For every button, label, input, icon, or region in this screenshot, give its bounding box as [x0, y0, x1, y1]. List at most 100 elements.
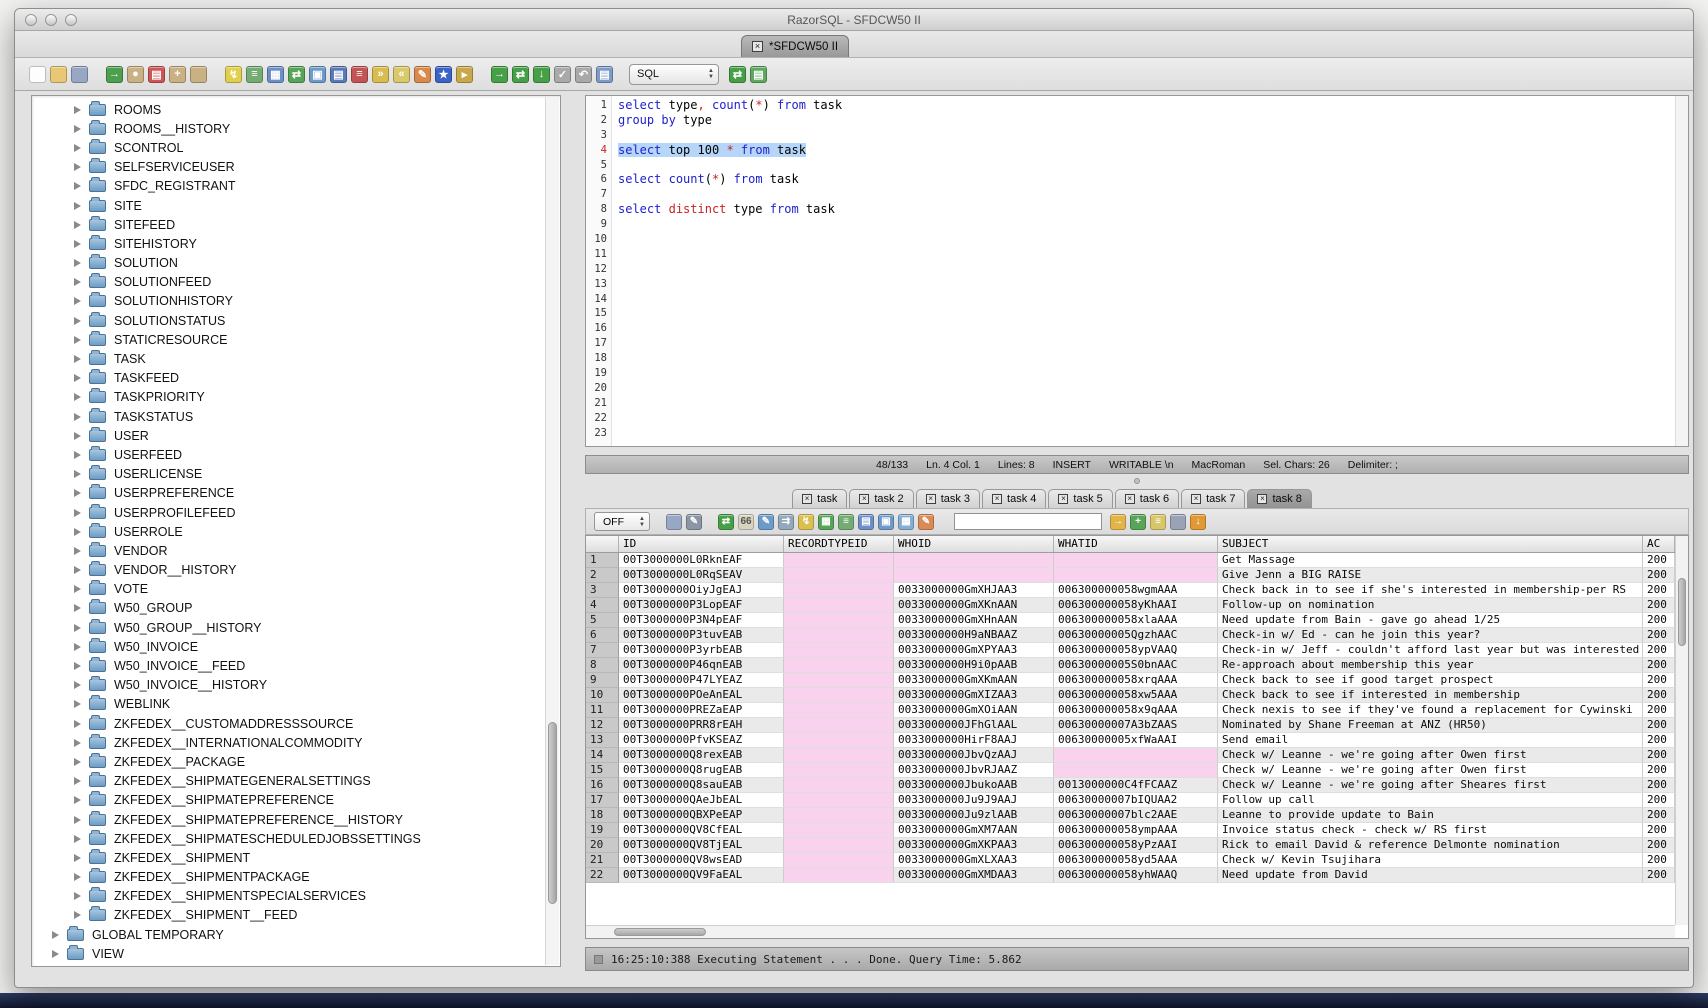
table-row[interactable]: 200T3000000L0RqSEAVGive Jenn a BIG RAISE…	[586, 568, 1675, 583]
tree-item-sitefeed[interactable]: SITEFEED	[34, 215, 544, 234]
table-row[interactable]: 1900T3000000QV8CfEAL0033000000GmXM7AAN00…	[586, 823, 1675, 838]
cell-whatid[interactable]: 00630000007blc2AAE	[1054, 808, 1218, 823]
cell-whoid[interactable]: 0033000000GmXPYAA3	[894, 643, 1054, 658]
disclosure-triangle-icon[interactable]	[74, 317, 81, 325]
tree-item-userpreference[interactable]: USERPREFERENCE	[34, 484, 544, 503]
cell-recordtypeid[interactable]	[784, 673, 894, 688]
cell-subject[interactable]: Check back to see if interested in membe…	[1218, 688, 1643, 703]
row-number-cell[interactable]: 8	[586, 658, 619, 673]
tree-item-weblink[interactable]: WEBLINK	[34, 695, 544, 714]
disclosure-triangle-icon[interactable]	[74, 547, 81, 555]
disclosure-triangle-icon[interactable]	[74, 240, 81, 248]
table-row[interactable]: 2000T3000000QV8TjEAL0033000000GmXKPAA300…	[586, 838, 1675, 853]
cell-whatid[interactable]: 006300000058x9qAAA	[1054, 703, 1218, 718]
disclosure-triangle-icon[interactable]	[74, 796, 81, 804]
cell-id[interactable]: 00T3000000L0RknEAF	[619, 553, 784, 568]
table-row[interactable]: 900T3000000P47LYEAZ0033000000GmXKmAAN006…	[586, 673, 1675, 688]
cell-whatid[interactable]: 006300000058wgmAAA	[1054, 583, 1218, 598]
disclosure-triangle-icon[interactable]	[74, 393, 81, 401]
cell-id[interactable]: 00T3000000P3tuvEAB	[619, 628, 784, 643]
tree-item-w50-invoice[interactable]: W50_INVOICE	[34, 637, 544, 656]
cell-recordtypeid[interactable]	[784, 868, 894, 883]
table-row[interactable]: 1600T3000000Q8sauEAB0033000000JbukoAAB00…	[586, 778, 1675, 793]
row-number-cell[interactable]: 20	[586, 838, 619, 853]
cell-recordtypeid[interactable]	[784, 748, 894, 763]
cell-whoid[interactable]: 0033000000HirF8AAJ	[894, 733, 1054, 748]
disclosure-triangle-icon[interactable]	[74, 509, 81, 517]
tree-item-task[interactable]: TASK	[34, 349, 544, 368]
cell-whatid[interactable]: 006300000058yKhAAI	[1054, 598, 1218, 613]
disclosure-triangle-icon[interactable]	[74, 528, 81, 536]
result-tab-task[interactable]: ×task	[792, 489, 847, 508]
validate-check-icon[interactable]: ✓	[554, 66, 571, 83]
cell-ac[interactable]: 200	[1643, 748, 1675, 763]
tab-close-icon[interactable]: ×	[1125, 494, 1135, 504]
highlight-icon[interactable]: ✎	[918, 514, 934, 530]
tree-item-taskpriority[interactable]: TASKPRIORITY	[34, 388, 544, 407]
disclosure-triangle-icon[interactable]	[74, 566, 81, 574]
tab-close-icon[interactable]: ×	[992, 494, 1002, 504]
cell-whoid[interactable]: 0033000000GmXKnAAN	[894, 598, 1054, 613]
disclosure-triangle-icon[interactable]	[74, 700, 81, 708]
cell-id[interactable]: 00T3000000QBXPeEAP	[619, 808, 784, 823]
refresh-connection-icon[interactable]: ⇄	[729, 66, 746, 83]
table-row[interactable]: 1700T3000000QAeJbEAL0033000000Ju9J9AAJ00…	[586, 793, 1675, 808]
cell-subject[interactable]: Check w/ Kevin Tsujihara	[1218, 853, 1643, 868]
filter-sort-icon[interactable]: ✎	[686, 514, 702, 530]
tree-item-sitehistory[interactable]: SITEHISTORY	[34, 234, 544, 253]
disclosure-triangle-icon[interactable]	[74, 278, 81, 286]
cell-ac[interactable]: 200	[1643, 658, 1675, 673]
minimize-window-button[interactable]	[45, 14, 57, 26]
cell-ac[interactable]: 200	[1643, 838, 1675, 853]
tree-item-zkfedex-shipment-feed[interactable]: ZKFEDEX__SHIPMENT__FEED	[34, 906, 544, 925]
cell-id[interactable]: 00T3000000P3yrbEAB	[619, 643, 784, 658]
cell-ac[interactable]: 200	[1643, 583, 1675, 598]
cell-whatid[interactable]	[1054, 568, 1218, 583]
tree-item-w50-group[interactable]: W50_GROUP	[34, 599, 544, 618]
results-vscroll-thumb[interactable]	[1678, 578, 1686, 646]
tree-item-vendor-history[interactable]: VENDOR__HISTORY	[34, 561, 544, 580]
cell-id[interactable]: 00T3000000P47LYEAZ	[619, 673, 784, 688]
disclosure-triangle-icon[interactable]	[74, 643, 81, 651]
cell-whatid[interactable]: 006300000058ympAAA	[1054, 823, 1218, 838]
cell-ac[interactable]: 200	[1643, 703, 1675, 718]
document-tab[interactable]: × *SFDCW50 II	[741, 35, 849, 57]
auto-fetch-icon[interactable]: ↯	[798, 514, 814, 530]
export-table-icon[interactable]: »	[372, 66, 389, 83]
cell-subject[interactable]: Check-in w/ Jeff - couldn't afford last …	[1218, 643, 1643, 658]
column-header-recordtypeid[interactable]: RECORDTYPEID	[784, 536, 894, 552]
table-row[interactable]: 1400T3000000Q8rexEAB0033000000JbvQzAAJCh…	[586, 748, 1675, 763]
row-number-cell[interactable]: 14	[586, 748, 619, 763]
panel-splitter[interactable]	[585, 474, 1689, 488]
row-number-cell[interactable]: 11	[586, 703, 619, 718]
run-all-icon[interactable]: ⇄	[512, 66, 529, 83]
column-header-ac[interactable]: AC	[1643, 536, 1675, 552]
cell-whoid[interactable]	[894, 568, 1054, 583]
cell-id[interactable]: 00T3000000QV8wsEAD	[619, 853, 784, 868]
disclosure-triangle-icon[interactable]	[74, 489, 81, 497]
undo-icon[interactable]: ↶	[575, 66, 592, 83]
cell-recordtypeid[interactable]	[784, 733, 894, 748]
row-number-cell[interactable]: 16	[586, 778, 619, 793]
tab-close-icon[interactable]: ×	[1257, 494, 1267, 504]
cell-id[interactable]: 00T3000000Q8sauEAB	[619, 778, 784, 793]
copy-rows-icon[interactable]: ▣	[878, 514, 894, 530]
result-list-icon[interactable]: ▤	[750, 66, 767, 83]
row-number-cell[interactable]: 4	[586, 598, 619, 613]
cell-whoid[interactable]: 0033000000GmXOiAAN	[894, 703, 1054, 718]
notes-doc-icon[interactable]: ▤	[596, 66, 613, 83]
cell-whatid[interactable]: 00630000005xfWaAAI	[1054, 733, 1218, 748]
cell-ac[interactable]: 200	[1643, 793, 1675, 808]
disclosure-triangle-icon[interactable]	[74, 739, 81, 747]
tree-item-zkfedex-package[interactable]: ZKFEDEX__PACKAGE	[34, 752, 544, 771]
copy-table-icon[interactable]: ▦	[898, 514, 914, 530]
cell-recordtypeid[interactable]	[784, 808, 894, 823]
cell-whoid[interactable]: 0033000000GmXIZAA3	[894, 688, 1054, 703]
cell-recordtypeid[interactable]	[784, 658, 894, 673]
tree-scrollbar-thumb[interactable]	[548, 722, 557, 904]
cell-subject[interactable]: Follow-up on nomination	[1218, 598, 1643, 613]
copy-page-icon[interactable]: ▣	[309, 66, 326, 83]
tree-item-solution[interactable]: SOLUTION	[34, 254, 544, 273]
edit-notes-icon[interactable]: ≡	[1150, 514, 1166, 530]
tree-item-zkfedex-shipmentspecialservices[interactable]: ZKFEDEX__SHIPMENTSPECIALSERVICES	[34, 887, 544, 906]
